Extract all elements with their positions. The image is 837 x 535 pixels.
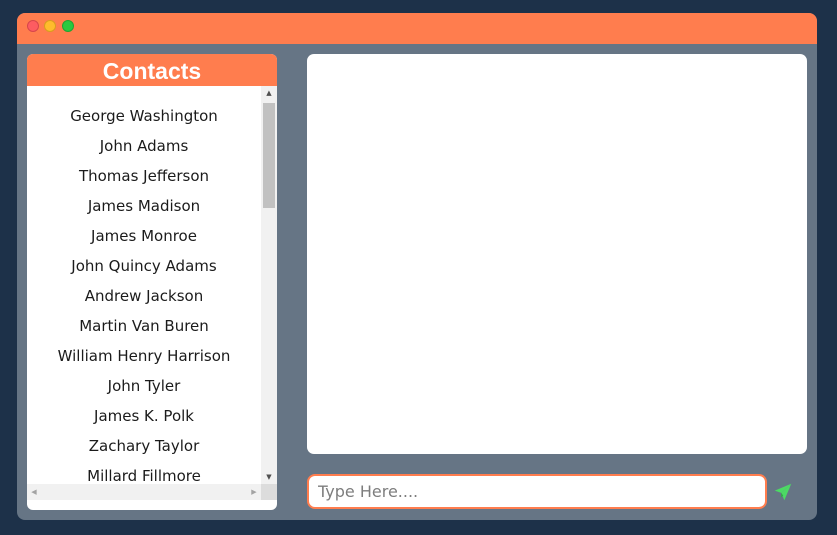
contact-item[interactable]: John Quincy Adams: [27, 251, 261, 281]
scroll-down-arrow-icon[interactable]: ▼: [261, 470, 277, 484]
scrollbar-thumb[interactable]: [263, 103, 275, 208]
scrollbar-corner: [261, 484, 277, 500]
contact-item[interactable]: Martin Van Buren: [27, 311, 261, 341]
contact-item[interactable]: Thomas Jefferson: [27, 161, 261, 191]
scroll-right-arrow-icon[interactable]: ▶: [247, 484, 261, 500]
scroll-left-arrow-icon[interactable]: ◀: [27, 484, 41, 500]
maximize-window-button[interactable]: [62, 20, 74, 32]
contact-item[interactable]: James K. Polk: [27, 401, 261, 431]
contact-item[interactable]: John Tyler: [27, 371, 261, 401]
contact-item[interactable]: William Henry Harrison: [27, 341, 261, 371]
minimize-window-button[interactable]: [44, 20, 56, 32]
contact-item[interactable]: James Monroe: [27, 221, 261, 251]
contact-item[interactable]: George Washington: [27, 101, 261, 131]
contacts-panel: Contacts George Washington John Adams Thom…: [27, 54, 277, 510]
message-input[interactable]: [307, 474, 767, 509]
message-area: [307, 54, 807, 454]
title-bar: [17, 13, 817, 44]
scroll-up-arrow-icon[interactable]: ▲: [261, 86, 277, 100]
contact-item[interactable]: James Madison: [27, 191, 261, 221]
contact-item[interactable]: John Adams: [27, 131, 261, 161]
close-window-button[interactable]: [27, 20, 39, 32]
send-icon[interactable]: [772, 481, 794, 503]
horizontal-scrollbar[interactable]: ◀ ▶: [27, 484, 261, 500]
vertical-scrollbar[interactable]: ▲ ▼: [261, 86, 277, 484]
contacts-title: Contacts: [27, 54, 277, 86]
chat-window: Contacts George Washington John Adams Thom…: [17, 13, 817, 520]
contact-item[interactable]: Andrew Jackson: [27, 281, 261, 311]
contact-item[interactable]: Millard Fillmore: [27, 461, 261, 484]
contact-item[interactable]: Zachary Taylor: [27, 431, 261, 461]
contact-list[interactable]: George Washington John Adams Thomas Jeffer…: [27, 86, 261, 484]
